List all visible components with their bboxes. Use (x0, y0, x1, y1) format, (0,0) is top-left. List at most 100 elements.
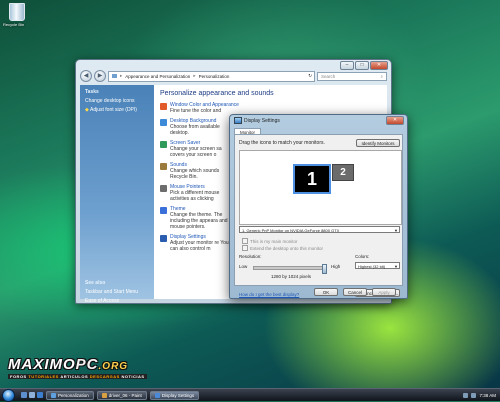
breadcrumb-separator: ▸ (193, 73, 196, 78)
category-description: Choose from available desktop. (170, 124, 220, 136)
resolution-value: 1280 by 1024 pixels (271, 274, 312, 279)
search-icon[interactable]: ⌕ (380, 74, 383, 79)
resolution-slider[interactable] (253, 264, 327, 274)
category-icon (160, 207, 167, 214)
see-also-link[interactable]: Ease of Access (85, 298, 138, 304)
taskbar-buttons: Personalization driver_06 - Paint Display … (43, 390, 200, 400)
colors-label: Colors: (355, 254, 370, 259)
high-label: High (331, 264, 341, 269)
tagline-word: TUTORIALES (28, 374, 59, 379)
slider-thumb[interactable] (321, 264, 327, 274)
colors-select-value: Highest (32 bit) (358, 264, 386, 269)
close-button[interactable]: ✕ (386, 116, 404, 125)
navigation-bar: ◀ ▶ ▸ Appearance and Personalization ▸ P… (80, 69, 387, 83)
search-input[interactable]: Search ⌕ (317, 71, 387, 81)
task-link[interactable]: Change desktop icons (85, 98, 149, 104)
shield-icon: ◆ (85, 107, 89, 113)
monitor-select[interactable]: 1. Generic PnP Monitor on NVIDIA GeForce… (239, 226, 400, 233)
category-description: Adjust your monitor re You can also cont… (170, 240, 229, 252)
network-icon[interactable] (463, 392, 469, 398)
checkbox-label: Extend the desktop onto this monitor (250, 245, 324, 251)
checkbox-label: This is my main monitor (250, 238, 298, 244)
main-monitor-checkbox[interactable]: This is my main monitor (242, 238, 298, 244)
quick-launch (21, 392, 43, 398)
category-icon (160, 163, 167, 170)
recycle-bin-icon[interactable]: Recycle Bin (3, 3, 31, 27)
checkbox-box (242, 238, 248, 244)
monitor-1[interactable]: 1 (293, 164, 331, 194)
identify-monitors-button[interactable]: Identify Monitors (356, 139, 400, 147)
logo-org: .ORG (98, 361, 129, 372)
apply-button[interactable]: Apply (372, 288, 396, 296)
logo-maximo: MAXIMO (8, 356, 76, 373)
category-description: Change the theme. The including the appe… (170, 212, 228, 230)
see-also-header: See also (85, 280, 106, 286)
category-description: Fine tune the color and (170, 108, 222, 114)
volume-icon[interactable] (471, 392, 477, 398)
tagline-word: FOROS (10, 374, 27, 379)
help-link[interactable]: How do I get the best display? (239, 292, 299, 297)
taskbar-button[interactable]: Personalization (46, 390, 94, 400)
instruction-text: Drag the icons to match your monitors. (239, 140, 325, 146)
category-text: Desktop Background Choose from available … (170, 118, 232, 136)
taskbar-button-label: Display Settings (161, 392, 195, 398)
display-settings-dialog: Display Settings ✕ Monitor Drag the icon… (229, 114, 408, 299)
category-text: Window Color and Appearance Fine tune the… (170, 102, 239, 114)
folder-icon (112, 74, 117, 78)
category-item: Window Color and Appearance Fine tune the… (160, 102, 381, 114)
switch-windows-icon[interactable] (29, 392, 35, 398)
monitor-tab-panel: Drag the icons to match your monitors. I… (234, 134, 403, 297)
see-also-link[interactable]: Taskbar and Start Menu (85, 289, 138, 295)
chevron-down-icon: ▼ (394, 264, 398, 269)
cancel-button[interactable]: Cancel (343, 288, 367, 296)
breadcrumb-item[interactable]: Appearance and Personalization (125, 74, 190, 79)
category-description: Pick a different mouse activities as cli… (170, 190, 220, 202)
dialog-title: Display Settings (244, 117, 280, 124)
search-placeholder: Search (321, 73, 336, 79)
dialog-controls: ✕ (386, 116, 404, 125)
category-text: Display Settings Adjust your monitor re Y… (170, 234, 232, 252)
monitor-2[interactable]: 2 (332, 164, 354, 181)
category-icon (160, 119, 167, 126)
colors-select[interactable]: Highest (32 bit) ▼ (355, 262, 400, 269)
taskbar-button-label: driver_06 - Paint (108, 392, 142, 398)
category-text: Theme Change the theme. The including the… (170, 206, 232, 230)
dialog-title-bar: Display Settings (234, 117, 280, 124)
recycle-bin-label: Recycle Bin (3, 22, 25, 27)
forward-button[interactable]: ▶ (94, 70, 106, 82)
taskbar-button[interactable]: driver_06 - Paint (96, 390, 147, 400)
monitor-select-value: 1. Generic PnP Monitor on NVIDIA GeForce… (242, 228, 340, 233)
tagline-word: ARTICULOS (60, 374, 89, 379)
breadcrumb-separator: ▸ (120, 73, 123, 78)
task-pane: Tasks Change desktop icons ◆ Adjust font… (80, 85, 154, 304)
address-bar[interactable]: ▸ Appearance and Personalization ▸ Perso… (108, 70, 315, 82)
clock[interactable]: 7:38 AM (479, 393, 496, 398)
app-icon (154, 392, 160, 398)
taskbar: Personalization driver_06 - Paint Display … (0, 388, 500, 402)
task-link-label: Adjust font size (DPI) (89, 107, 137, 113)
checkbox-box (242, 245, 248, 251)
low-label: Low (239, 264, 248, 269)
refresh-icon[interactable]: ↻ (308, 73, 312, 79)
category-text: Sounds Change which sounds Recycle Bin. (170, 162, 232, 180)
tasks-header: Tasks (85, 89, 99, 95)
recycle-bin-graphic (9, 3, 25, 21)
category-text: Mouse Pointers Pick a different mouse act… (170, 184, 232, 202)
category-icon (160, 235, 167, 242)
task-link[interactable]: ◆ Adjust font size (DPI) (85, 107, 149, 113)
back-button[interactable]: ◀ (80, 70, 92, 82)
monitor-icon (234, 117, 242, 124)
show-desktop-icon[interactable] (21, 392, 27, 398)
app-icon (101, 392, 107, 398)
taskbar-button[interactable]: Display Settings (149, 390, 200, 400)
tagline-word: NOTICIAS (121, 374, 145, 379)
breadcrumb-item[interactable]: Personalization (199, 74, 230, 79)
app-icon (51, 392, 56, 398)
extend-desktop-checkbox[interactable]: Extend the desktop onto this monitor (242, 245, 323, 251)
chevron-down-icon: ▼ (394, 228, 398, 233)
page-title: Personalize appearance and sounds (160, 90, 274, 97)
ok-button[interactable]: OK (314, 288, 338, 296)
see-also-section: See also Taskbar and Start Menu Ease of … (85, 280, 138, 307)
category-icon (160, 185, 167, 192)
maximopc-watermark: MAXIMOPC.ORG FOROS TUTORIALES ARTICULOS … (8, 356, 147, 379)
